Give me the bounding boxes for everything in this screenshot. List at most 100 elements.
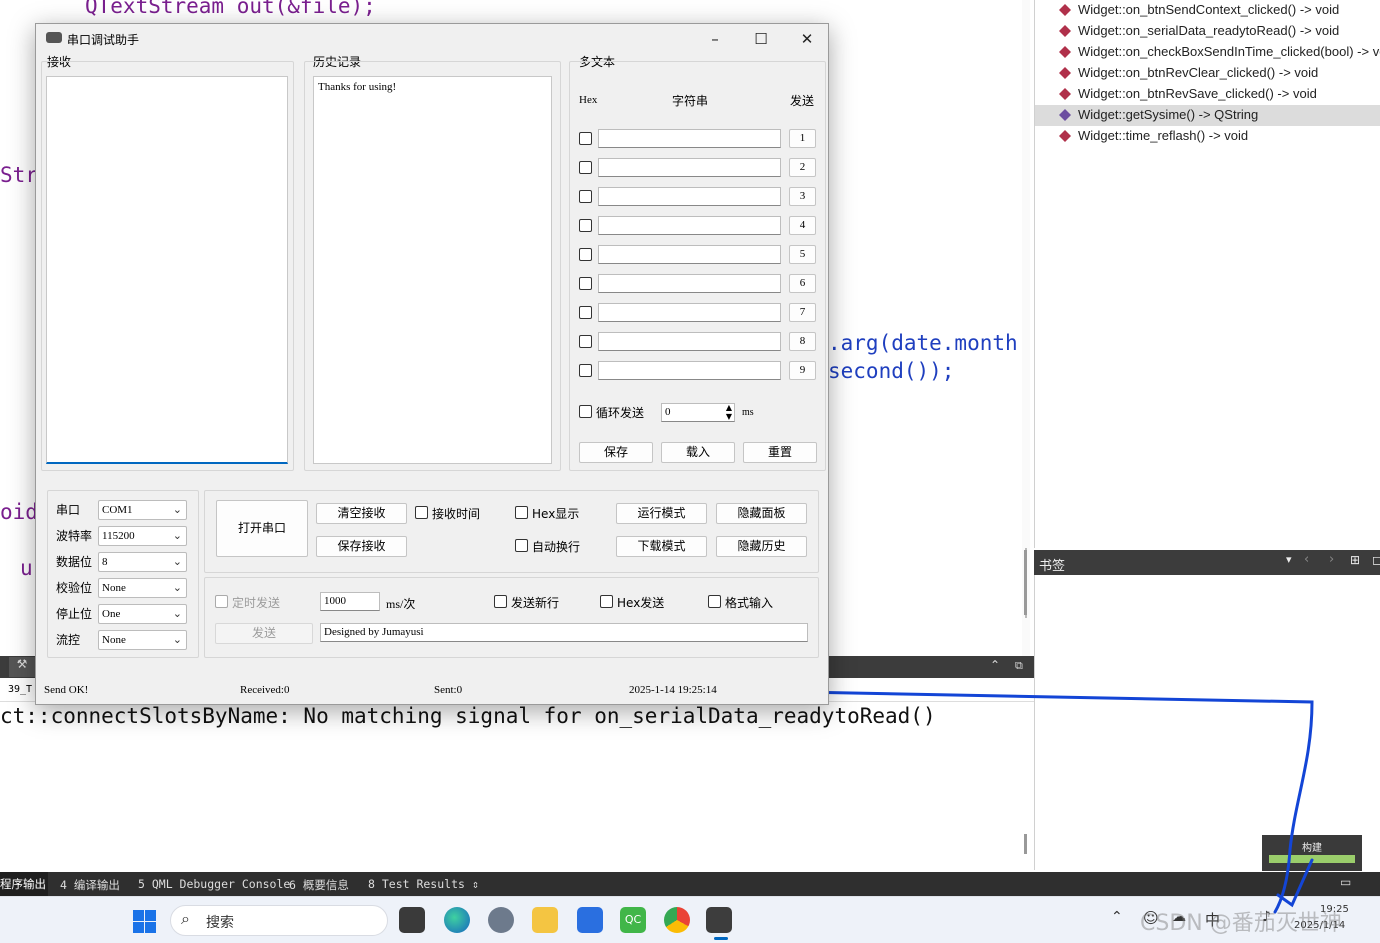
port-value: COM1 — [102, 504, 133, 516]
flow-combo[interactable]: None ⌄ — [98, 630, 187, 650]
multitext-hex-checkbox[interactable] — [579, 306, 592, 319]
loop-unit-label: ms — [742, 407, 754, 418]
multitext-input[interactable] — [598, 303, 781, 322]
multitext-input[interactable] — [598, 245, 781, 264]
spin-arrows-icon[interactable]: ▲ ▼ — [726, 403, 732, 421]
multitext-send-button[interactable]: 3 — [789, 187, 816, 206]
status-send: Send OK! — [44, 684, 89, 696]
parity-combo[interactable]: None ⌄ — [98, 578, 187, 598]
multitext-send-button[interactable]: 2 — [789, 158, 816, 177]
reset-multitext-button[interactable]: 重置 — [743, 442, 817, 463]
interval-input[interactable]: 1000 — [320, 592, 380, 611]
save-multitext-button[interactable]: 保存 — [579, 442, 653, 463]
multitext-input[interactable] — [598, 216, 781, 235]
multitext-send-button[interactable]: 1 — [789, 129, 816, 148]
send-newline-checkbox[interactable] — [494, 595, 507, 608]
timed-send-checkbox[interactable] — [215, 595, 228, 608]
baud-value: 115200 — [102, 530, 135, 542]
baud-combo[interactable]: 115200 ⌄ — [98, 526, 187, 546]
loop-send-label: 循环发送 — [596, 406, 645, 420]
multitext-input[interactable] — [598, 332, 781, 351]
multitext-send-button[interactable]: 7 — [789, 303, 816, 322]
multitext-input[interactable] — [598, 274, 781, 293]
multitext-hex-checkbox[interactable] — [579, 277, 592, 290]
multitext-send-button[interactable]: 8 — [789, 332, 816, 351]
receive-time-checkbox[interactable] — [415, 506, 428, 519]
flow-value: None — [102, 634, 126, 646]
multitext-send-button[interactable]: 6 — [789, 274, 816, 293]
loop-send-checkbox[interactable] — [579, 405, 592, 418]
receive-textarea[interactable] — [46, 76, 288, 464]
load-multitext-button[interactable]: 载入 — [661, 442, 735, 463]
multitext-input[interactable] — [598, 361, 781, 380]
multitext-send-button[interactable]: 5 — [789, 245, 816, 264]
stopbits-combo[interactable]: One ⌄ — [98, 604, 187, 624]
run-mode-button[interactable]: 运行模式 — [616, 503, 707, 524]
baud-label: 波特率 — [56, 529, 93, 543]
databits-combo[interactable]: 8 ⌄ — [98, 552, 187, 572]
stopbits-value: One — [102, 608, 121, 620]
open-port-button[interactable]: 打开串口 — [216, 500, 308, 557]
loop-interval-value: 0 — [665, 406, 671, 418]
stopbits-label: 停止位 — [56, 607, 93, 621]
format-input-checkbox[interactable] — [708, 595, 721, 608]
status-time: 2025-1-14 19:25:14 — [629, 684, 717, 696]
col-send-header: 发送 — [790, 94, 815, 108]
hide-history-button[interactable]: 隐藏历史 — [716, 536, 807, 557]
download-mode-button[interactable]: 下载模式 — [616, 536, 707, 557]
save-receive-button[interactable]: 保存接收 — [316, 536, 407, 557]
multitext-hex-checkbox[interactable] — [579, 335, 592, 348]
serial-assistant-window: 串口调试助手 – ☐ ✕ 接收 历史记录 Thanks for using! 多… — [35, 23, 829, 705]
chevron-down-icon: ⌄ — [172, 529, 182, 542]
auto-wrap-checkbox[interactable] — [515, 539, 528, 552]
multitext-input[interactable] — [598, 129, 781, 148]
multitext-hex-checkbox[interactable] — [579, 219, 592, 232]
history-textarea[interactable]: Thanks for using! — [313, 76, 552, 464]
multitext-send-button[interactable]: 4 — [789, 216, 816, 235]
send-button[interactable]: 发送 — [215, 623, 313, 644]
multitext-input[interactable] — [598, 187, 781, 206]
hex-send-checkbox[interactable] — [600, 595, 613, 608]
interval-unit-label: ms/次 — [386, 597, 416, 611]
hex-display-checkbox[interactable] — [515, 506, 528, 519]
chevron-down-icon: ⌄ — [172, 607, 182, 620]
multitext-hex-checkbox[interactable] — [579, 248, 592, 261]
format-input-label: 格式输入 — [725, 596, 774, 610]
hide-panel-button[interactable]: 隐藏面板 — [716, 503, 807, 524]
title-bar[interactable]: 串口调试助手 – ☐ ✕ — [36, 24, 828, 54]
clear-receive-button[interactable]: 清空接收 — [316, 503, 407, 524]
send-group — [204, 577, 819, 658]
multitext-send-button[interactable]: 9 — [789, 361, 816, 380]
col-string-header: 字符串 — [672, 94, 709, 108]
multitext-hex-checkbox[interactable] — [579, 190, 592, 203]
auto-wrap-label: 自动换行 — [532, 540, 581, 554]
multitext-hex-checkbox[interactable] — [579, 364, 592, 377]
history-text: Thanks for using! — [318, 81, 397, 93]
col-hex-header: Hex — [579, 94, 598, 106]
databits-label: 数据位 — [56, 555, 93, 569]
maximize-icon[interactable]: ☐ — [738, 24, 784, 54]
multitext-hex-checkbox[interactable] — [579, 161, 592, 174]
status-received: Received:0 — [240, 684, 290, 696]
chevron-down-icon: ⌄ — [172, 581, 182, 594]
minimize-icon[interactable]: – — [692, 24, 738, 54]
chevron-down-icon: ⌄ — [172, 633, 182, 646]
port-combo[interactable]: COM1 ⌄ — [98, 500, 187, 520]
chevron-down-icon: ⌄ — [172, 503, 182, 516]
multitext-hex-checkbox[interactable] — [579, 132, 592, 145]
flow-label: 流控 — [56, 633, 81, 647]
close-icon[interactable]: ✕ — [784, 24, 830, 54]
send-newline-label: 发送新行 — [511, 596, 560, 610]
send-content-input[interactable]: Designed by Jumayusi — [320, 623, 808, 642]
loop-interval-spinbox[interactable]: 0 ▲ ▼ — [661, 403, 735, 422]
parity-label: 校验位 — [56, 581, 93, 595]
hex-send-label: Hex发送 — [617, 596, 665, 610]
status-sent: Sent:0 — [434, 684, 463, 696]
port-label: 串口 — [56, 503, 81, 517]
parity-value: None — [102, 582, 126, 594]
chevron-down-icon: ⌄ — [172, 555, 182, 568]
app-icon — [46, 32, 62, 43]
multitext-input[interactable] — [598, 158, 781, 177]
databits-value: 8 — [102, 556, 108, 568]
window-title: 串口调试助手 — [67, 33, 140, 47]
